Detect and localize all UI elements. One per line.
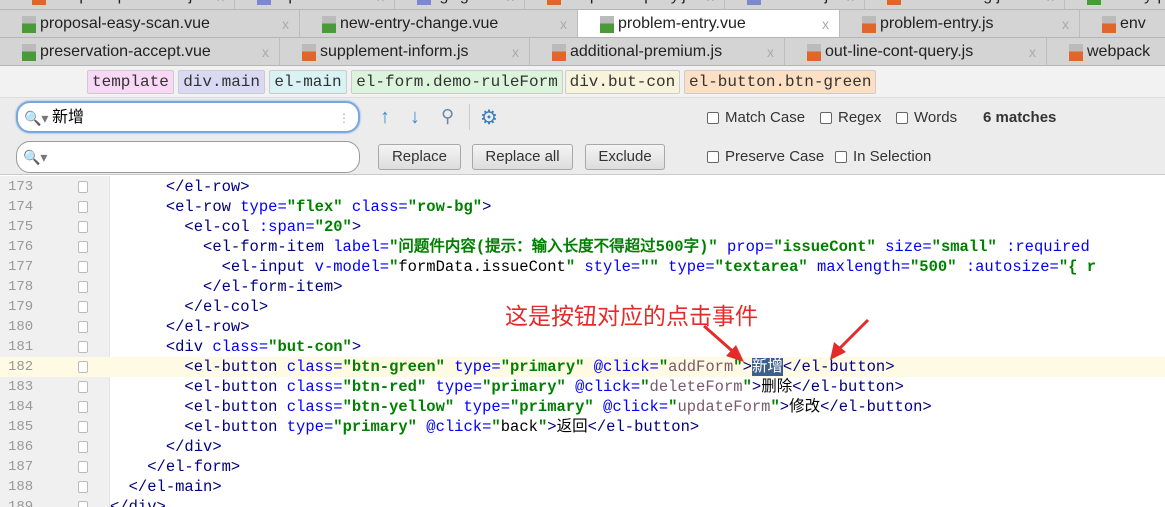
arrow-to-xinzeng <box>834 318 870 354</box>
annotation-arrows <box>703 318 870 362</box>
